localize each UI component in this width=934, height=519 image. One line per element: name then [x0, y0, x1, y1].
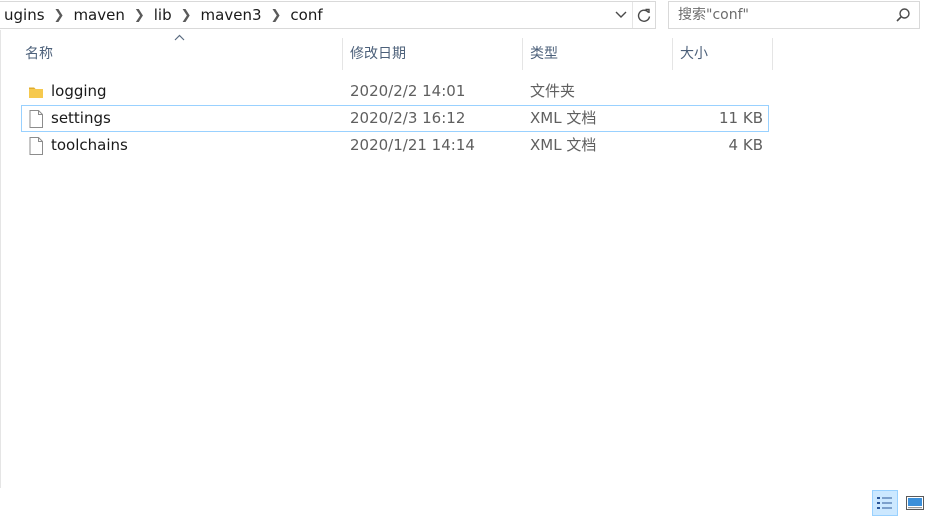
search-box[interactable]	[668, 1, 920, 29]
breadcrumb-separator-icon[interactable]: ❯	[129, 8, 150, 23]
column-header-name[interactable]: 名称	[18, 38, 343, 70]
file-date: 2020/2/2 14:01	[350, 82, 466, 100]
file-date: 2020/2/3 16:12	[350, 109, 466, 127]
large-icons-view-button[interactable]	[902, 490, 928, 516]
file-date: 2020/1/21 14:14	[350, 136, 475, 154]
breadcrumb-plugins[interactable]: ugins	[0, 6, 49, 24]
address-dropdown-button[interactable]	[610, 2, 632, 28]
file-type: XML 文档	[530, 109, 597, 127]
breadcrumb-lib[interactable]: lib	[150, 6, 176, 24]
file-icon	[28, 137, 44, 163]
large-icons-view-icon	[906, 496, 924, 510]
file-name: logging	[51, 82, 107, 100]
file-type: 文件夹	[530, 82, 576, 100]
column-header-size[interactable]: 大小	[673, 38, 773, 70]
breadcrumb-maven[interactable]: maven	[69, 6, 128, 24]
search-icon[interactable]	[895, 7, 911, 23]
file-name: toolchains	[51, 136, 128, 154]
refresh-button[interactable]	[632, 2, 655, 28]
file-name: settings	[51, 109, 111, 127]
breadcrumb-separator-icon[interactable]: ❯	[266, 8, 287, 23]
address-bar[interactable]: ugins ❯ maven ❯ lib ❯ maven3 ❯ conf	[0, 1, 656, 29]
file-row-logging[interactable]: logging 2020/2/2 14:01 文件夹	[21, 78, 769, 105]
breadcrumb-separator-icon[interactable]: ❯	[49, 8, 70, 23]
details-view-icon	[877, 497, 892, 509]
file-size: 11 KB	[719, 109, 763, 127]
breadcrumb-separator-icon[interactable]: ❯	[176, 8, 197, 23]
file-size: 4 KB	[728, 136, 763, 154]
column-header-date[interactable]: 修改日期	[343, 38, 523, 70]
view-mode-toggle	[872, 490, 928, 516]
breadcrumb-maven3[interactable]: maven3	[197, 6, 266, 24]
file-type: XML 文档	[530, 136, 597, 154]
details-view-button[interactable]	[872, 490, 898, 516]
breadcrumb-conf[interactable]: conf	[286, 6, 326, 24]
file-list: logging 2020/2/2 14:01 文件夹 settings 2020…	[21, 78, 769, 159]
chevron-down-icon	[615, 11, 627, 18]
pane-divider	[0, 30, 1, 488]
file-row-toolchains[interactable]: toolchains 2020/1/21 14:14 XML 文档 4 KB	[21, 132, 769, 159]
file-row-settings[interactable]: settings 2020/2/3 16:12 XML 文档 11 KB	[21, 105, 769, 132]
search-input[interactable]	[669, 6, 890, 24]
refresh-icon	[637, 8, 651, 22]
column-header-type[interactable]: 类型	[523, 38, 673, 70]
